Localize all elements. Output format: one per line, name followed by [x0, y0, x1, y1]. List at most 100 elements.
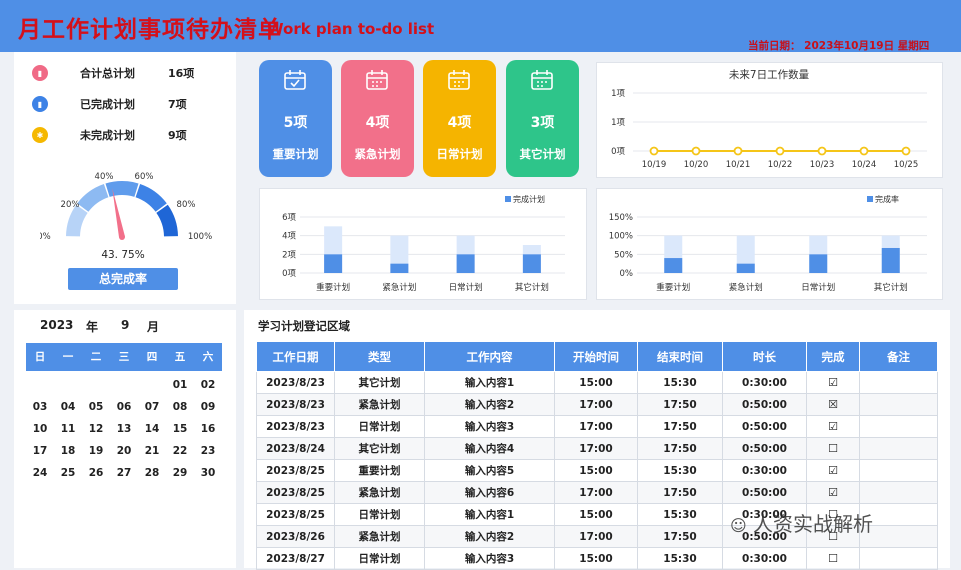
calendar-day[interactable]: 02: [194, 374, 222, 396]
card-label: 重要计划: [272, 147, 319, 161]
calendar-day[interactable]: 27: [110, 462, 138, 484]
column-header[interactable]: 工作内容: [424, 341, 555, 372]
column-header[interactable]: 类型: [334, 341, 425, 372]
y-tick-label: 6项: [282, 213, 296, 223]
calendar-month[interactable]: 9: [121, 318, 129, 332]
weekday-label: 六: [202, 351, 214, 363]
calendar-day[interactable]: 06: [110, 396, 138, 418]
calendar-day[interactable]: 04: [54, 396, 82, 418]
table-cell: 2023/8/26: [256, 525, 335, 548]
done-checkbox[interactable]: ☐: [806, 547, 860, 570]
table-row[interactable]: 2023/8/23 紧急计划 输入内容2 17:00 17:50 0:50:00 ☒: [256, 393, 938, 416]
page-title: 月工作计划事项待办清单: [18, 17, 282, 43]
gauge-needle-hub: [119, 234, 125, 240]
done-checkbox[interactable]: ☐: [806, 437, 860, 460]
calendar-day[interactable]: 24: [26, 462, 54, 484]
current-date: 当前日期： 2023年10月19日 星期四: [748, 38, 929, 53]
column-header[interactable]: 工作日期: [256, 341, 335, 372]
calendar-day[interactable]: 07: [138, 396, 166, 418]
category-card[interactable]: 3项 其它计划: [506, 60, 579, 177]
calendar-day[interactable]: 26: [82, 462, 110, 484]
done-checkbox[interactable]: ☒: [806, 393, 860, 416]
calendar-day[interactable]: 23: [194, 440, 222, 462]
gauge-segment: [77, 184, 109, 212]
table-cell: 2023/8/25: [256, 481, 335, 504]
bar-value: [664, 258, 683, 273]
table-cell: 17:00: [554, 393, 638, 416]
table-cell: [859, 371, 938, 394]
calendar-day[interactable]: 14: [138, 418, 166, 440]
calendar-day[interactable]: 09: [194, 396, 222, 418]
calendar-day[interactable]: 16: [194, 418, 222, 440]
table-cell: 17:00: [554, 525, 638, 548]
table-cell: 2023/8/24: [256, 437, 335, 460]
calendar-grid-icon: [448, 70, 470, 90]
calendar-week-row: 10 11 12 13 14 15 16: [26, 418, 222, 440]
done-checkbox[interactable]: ☑: [806, 459, 860, 482]
calendar-day[interactable]: 17: [26, 440, 54, 462]
y-tick-label: 1项: [611, 118, 625, 128]
column-header[interactable]: 开始时间: [554, 341, 638, 372]
calendar-day[interactable]: 11: [54, 418, 82, 440]
calendar-day[interactable]: 28: [138, 462, 166, 484]
table-row[interactable]: 2023/8/25 重要计划 输入内容5 15:00 15:30 0:30:00 ☑: [256, 459, 938, 482]
x-tick-label: 10/21: [726, 160, 751, 170]
category-card[interactable]: 5项 重要计划: [259, 60, 332, 177]
calendar-day[interactable]: 10: [26, 418, 54, 440]
category-card[interactable]: 4项 日常计划: [423, 60, 496, 177]
table-row[interactable]: 2023/8/25 紧急计划 输入内容6 17:00 17:50 0:50:00 ☑: [256, 481, 938, 504]
calendar-day[interactable]: 05: [82, 396, 110, 418]
calendar-day[interactable]: 21: [138, 440, 166, 462]
table-row[interactable]: 2023/8/24 其它计划 输入内容4 17:00 17:50 0:50:00 ☐: [256, 437, 938, 460]
table-cell: 17:50: [637, 481, 723, 504]
date-value: 2023年10月19日 星期四: [804, 40, 930, 52]
table-cell: [859, 437, 938, 460]
calendar-week-row: 24 25 26 27 28 29 30: [26, 462, 222, 484]
column-header[interactable]: 结束时间: [637, 341, 723, 372]
calendar-day[interactable]: 01: [166, 374, 194, 396]
table-cell: 日常计划: [334, 547, 425, 570]
gauge-tick-label: 100%: [188, 232, 212, 242]
legend-swatch: [867, 196, 873, 202]
summary-stat-value: 9项: [168, 129, 187, 142]
done-checkbox[interactable]: ☑: [806, 481, 860, 504]
completion-rate-button[interactable]: 总完成率: [68, 268, 178, 290]
table-cell: 0:50:00: [722, 415, 807, 438]
calendar-day[interactable]: 15: [166, 418, 194, 440]
card-count: 3项: [530, 115, 555, 131]
calendar-day: [26, 374, 54, 396]
done-checkbox[interactable]: ☑: [806, 371, 860, 394]
x-tick-label: 其它计划: [515, 282, 549, 293]
data-point: [649, 146, 659, 156]
gauge-tick-label: 60%: [135, 172, 154, 182]
calendar-day[interactable]: 20: [110, 440, 138, 462]
done-checkbox[interactable]: ☑: [806, 415, 860, 438]
table-row[interactable]: 2023/8/23 其它计划 输入内容1 15:00 15:30 0:30:00 ☑: [256, 371, 938, 394]
calendar-year[interactable]: 2023: [40, 318, 73, 332]
calendar-day[interactable]: 29: [166, 462, 194, 484]
x-tick-label: 紧急计划: [729, 282, 763, 293]
table-row[interactable]: 2023/8/27 日常计划 输入内容3 15:00 15:30 0:30:00 ☐: [256, 547, 938, 570]
calendar-day[interactable]: 12: [82, 418, 110, 440]
calendar-day[interactable]: 18: [54, 440, 82, 462]
calendar-day[interactable]: 22: [166, 440, 194, 462]
calendar-day[interactable]: 03: [26, 396, 54, 418]
x-tick-label: 10/20: [684, 160, 709, 170]
table-cell: 17:50: [637, 415, 723, 438]
watermark: ☺ 人资实战解析: [730, 508, 873, 537]
category-card[interactable]: 4项 紧急计划: [341, 60, 414, 177]
calendar-day: [54, 374, 82, 396]
table-row[interactable]: 2023/8/23 日常计划 输入内容3 17:00 17:50 0:50:00 ☑: [256, 415, 938, 438]
weekday-label: 五: [174, 351, 186, 363]
calendar-day[interactable]: 08: [166, 396, 194, 418]
calendar-day[interactable]: 19: [82, 440, 110, 462]
calendar-day[interactable]: 13: [110, 418, 138, 440]
column-header[interactable]: 备注: [859, 341, 938, 372]
bar-value: [881, 247, 900, 273]
calendar-day[interactable]: 30: [194, 462, 222, 484]
column-header[interactable]: 完成: [806, 341, 860, 372]
x-tick-label: 10/24: [852, 160, 877, 170]
column-header[interactable]: 时长: [722, 341, 807, 372]
calendar-day[interactable]: 25: [54, 462, 82, 484]
y-tick-label: 0项: [611, 147, 625, 157]
